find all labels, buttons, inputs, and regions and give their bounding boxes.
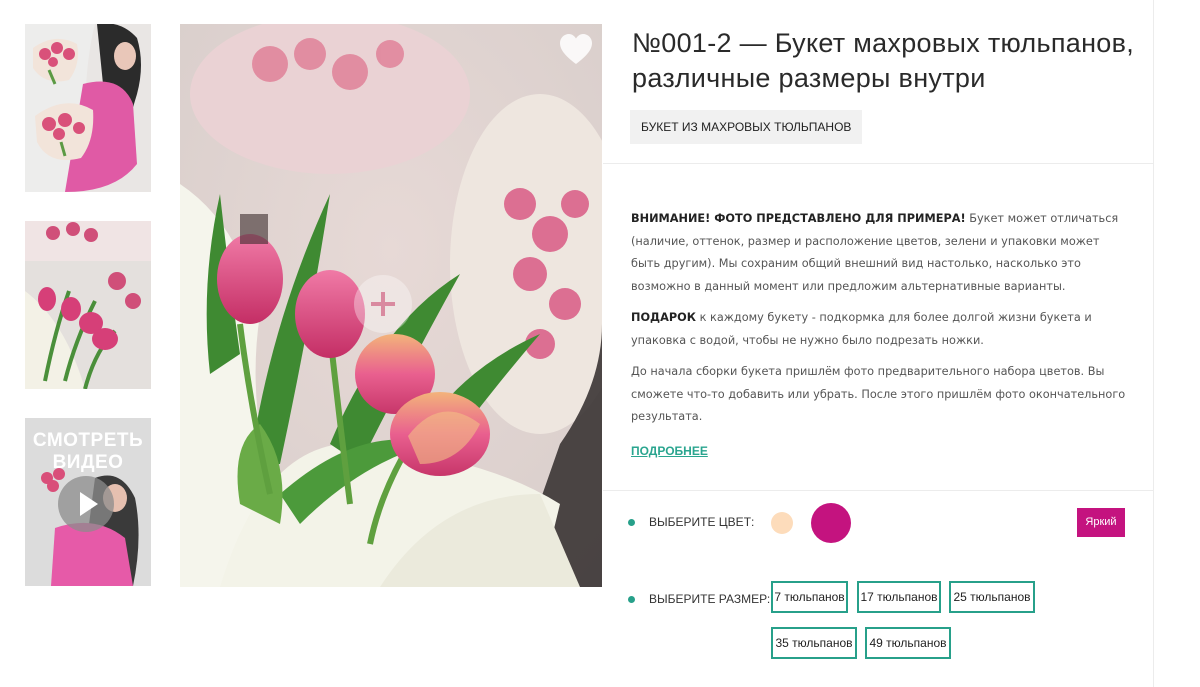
size-button-49[interactable]: 49 тюльпанов [865, 627, 951, 659]
size-button-25[interactable]: 25 тюльпанов [949, 581, 1035, 613]
size-option-label: ВЫБЕРИТЕ РАЗМЕР: [628, 592, 770, 606]
size-label-text: ВЫБЕРИТЕ РАЗМЕР: [649, 592, 771, 606]
description-paragraph-3: До начала сборки букета пришлём фото пре… [631, 365, 1126, 423]
size-button-35[interactable]: 35 тюльпанов [771, 627, 857, 659]
thumbnail-2-image [25, 221, 151, 389]
bullet-icon [628, 519, 635, 527]
attention-text: ВНИМАНИЕ! ФОТО ПРЕДСТАВЛЕНО ДЛЯ ПРИМЕРА! [631, 212, 966, 225]
heart-icon[interactable] [558, 32, 594, 68]
bullet-icon [628, 596, 635, 604]
description-text-2: к каждому букету - подкормка для более д… [631, 311, 1092, 347]
play-icon[interactable] [58, 476, 114, 532]
column-border [1153, 0, 1154, 687]
divider-bottom [603, 490, 1153, 491]
color-label-text: ВЫБЕРИТЕ ЦВЕТ: [649, 515, 755, 529]
thumbnail-video[interactable]: СМОТРЕТЬ ВИДЕО [25, 418, 151, 586]
color-option-label: ВЫБЕРИТЕ ЦВЕТ: [628, 515, 754, 529]
divider-top [603, 163, 1153, 164]
description-paragraph-2: ПОДАРОК к каждому букету - подкормка для… [631, 307, 1126, 352]
color-swatch-pastel[interactable] [771, 512, 793, 534]
product-description: ВНИМАНИЕ! ФОТО ПРЕДСТАВЛЕНО ДЛЯ ПРИМЕРА!… [631, 208, 1126, 438]
thumbnail-1-image [25, 24, 151, 192]
size-button-7[interactable]: 7 тюльпанов [771, 581, 848, 613]
product-title: №001-2 — Букет махровых тюльпанов, разли… [632, 28, 1135, 93]
zoom-plus-icon[interactable] [354, 275, 412, 333]
color-swatch-bright[interactable] [811, 503, 851, 543]
description-paragraph-1: ВНИМАНИЕ! ФОТО ПРЕДСТАВЛЕНО ДЛЯ ПРИМЕРА!… [631, 208, 1126, 298]
watch-video-label: СМОТРЕТЬ ВИДЕО [32, 430, 144, 473]
category-tag[interactable]: БУКЕТ ИЗ МАХРОВЫХ ТЮЛЬПАНОВ [630, 110, 863, 144]
main-product-image[interactable] [180, 24, 602, 587]
thumbnail-2[interactable] [25, 221, 151, 389]
thumbnail-1[interactable] [25, 24, 151, 192]
more-link[interactable]: ПОДРОБНЕЕ [631, 444, 708, 458]
gift-text: ПОДАРОК [631, 311, 696, 324]
size-button-17[interactable]: 17 тюльпанов [857, 581, 941, 613]
selected-color-badge: Яркий [1077, 508, 1125, 537]
